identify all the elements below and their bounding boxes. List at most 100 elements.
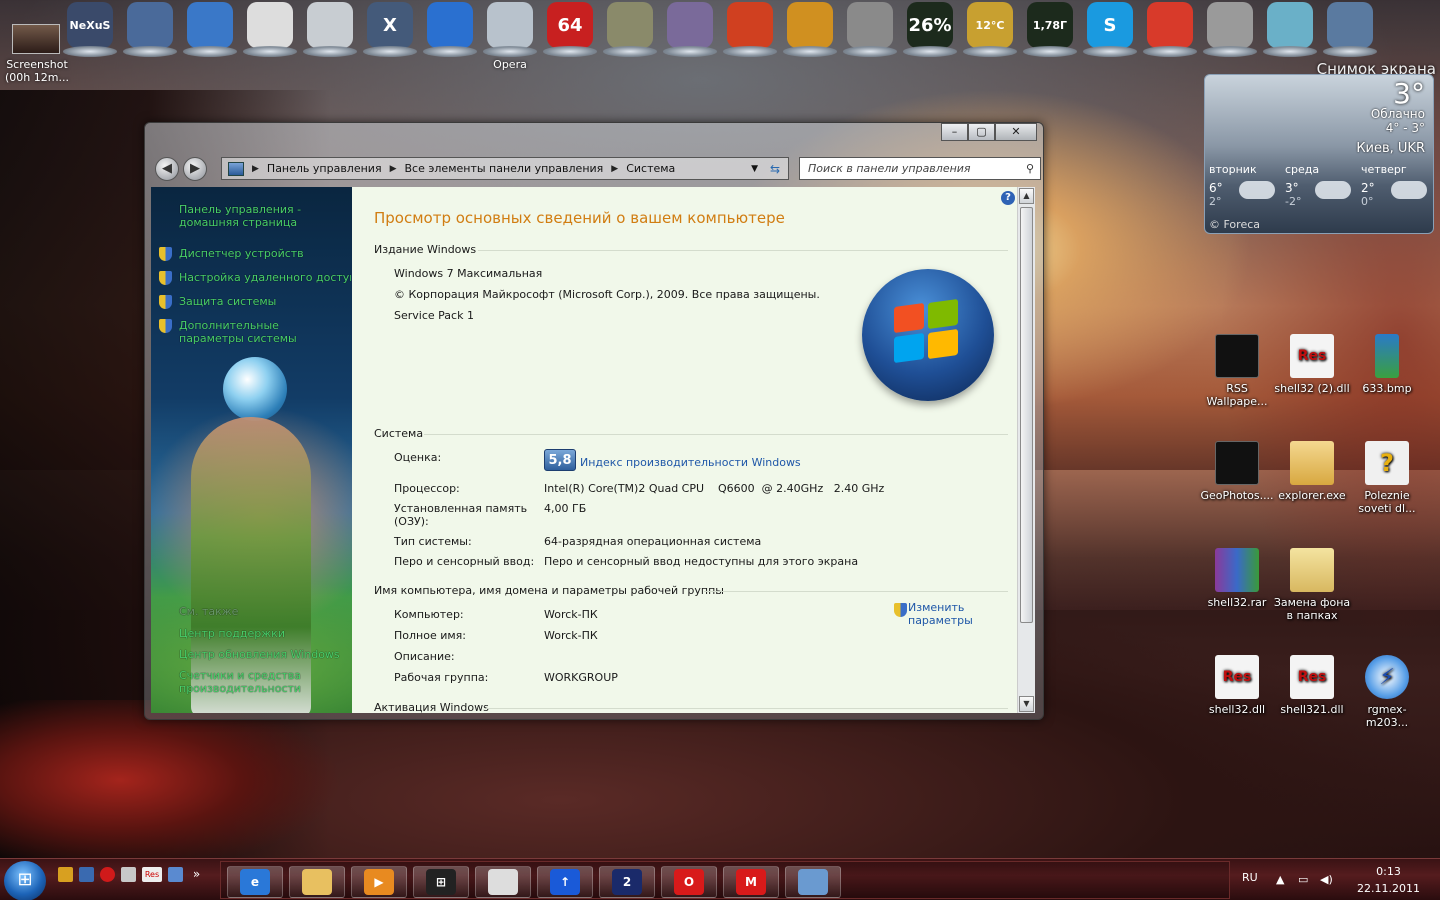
dock-item-alien[interactable] — [240, 0, 300, 60]
action-center-link[interactable]: Центр поддержки — [179, 627, 285, 640]
taskbar-button-total-commander[interactable]: 2 — [599, 866, 655, 898]
start-button[interactable]: ⊞ — [4, 861, 46, 900]
desktop-icon-label: shell321.dll — [1280, 703, 1344, 716]
address-bar[interactable]: ▶ Панель управления ▶ Все элементы панел… — [221, 157, 789, 180]
dock-item-film-reel[interactable] — [840, 0, 900, 60]
maximize-button[interactable]: ▢ — [968, 123, 995, 141]
dock-item-flash[interactable] — [420, 0, 480, 60]
control-panel-home-link[interactable]: Панель управления - домашняя страница — [179, 203, 349, 229]
dock-item-printer-tray[interactable] — [600, 0, 660, 60]
remote-settings-link[interactable]: Настройка удаленного доступа — [179, 271, 351, 284]
taskbar-button-windows[interactable]: ⊞ — [413, 866, 469, 898]
dock-item-chrome[interactable] — [1140, 0, 1200, 60]
desktop-icon-633-bmp[interactable]: 633.bmp — [1347, 334, 1427, 395]
clock[interactable]: 0:13 22.11.2011 — [1357, 863, 1420, 897]
chevron-down-icon[interactable]: ▼ — [751, 164, 758, 174]
windows-update-link[interactable]: Центр обновления Windows — [179, 648, 351, 661]
dock-item-clock[interactable] — [300, 0, 360, 60]
desktop-icon-geophotos[interactable]: GeoPhotos.... — [1197, 441, 1277, 502]
close-button[interactable]: ✕ — [995, 123, 1037, 141]
dock-item-settings[interactable] — [780, 0, 840, 60]
device-manager-link[interactable]: Диспетчер устройств — [179, 247, 304, 260]
desktop-icon-rss-wallpaper[interactable]: RSS Wallpape... — [1197, 334, 1277, 408]
cpu-meter-icon: 26% — [907, 2, 953, 48]
dock-item-recycle-bin[interactable]: Opera — [480, 0, 540, 71]
dock-item-win64[interactable]: 64 — [540, 0, 600, 60]
dock-item-ccleaner[interactable] — [720, 0, 780, 60]
globe-trophy-icon — [1207, 2, 1253, 48]
dock-plate — [303, 46, 357, 57]
shield-icon — [159, 271, 172, 285]
help-icon[interactable]: ? — [1001, 191, 1015, 205]
taskbar-button-explorer[interactable] — [289, 866, 345, 898]
cloud-icon — [1391, 181, 1427, 199]
performance-tools-link[interactable]: Счетчики и средства производительности — [179, 669, 347, 695]
edition-value: Windows 7 Максимальная — [394, 267, 543, 280]
vertical-scrollbar[interactable]: ▲ ▼ — [1017, 187, 1035, 713]
computer-value: Worck-ПК — [544, 608, 598, 621]
refresh-icon[interactable]: ⇆ — [770, 162, 780, 176]
desktop-icon-shell321-dll[interactable]: Res shell321.dll — [1272, 655, 1352, 716]
taskbar-button-control-panel[interactable] — [785, 866, 841, 898]
taskbar-button-opera[interactable]: O — [661, 866, 717, 898]
taskbar-button-media-player[interactable]: ▶ — [351, 866, 407, 898]
breadcrumb-system[interactable]: Система — [626, 162, 675, 175]
minimize-button[interactable]: – — [941, 123, 968, 141]
quick-launch-overflow-icon[interactable]: » — [189, 867, 204, 882]
search-input[interactable]: Поиск в панели управления ⚲ — [799, 157, 1041, 180]
advanced-settings-link[interactable]: Дополнительные параметры системы — [179, 319, 347, 345]
performance-index-badge[interactable]: 5,8 — [544, 449, 576, 471]
language-indicator[interactable]: RU — [1242, 871, 1258, 884]
network-icon[interactable]: ▭ — [1298, 873, 1308, 886]
res-hacker-icon[interactable]: Res — [142, 867, 162, 882]
capture-icon[interactable] — [121, 867, 136, 882]
res-file-icon: Res — [1290, 334, 1334, 378]
dock-item-cpu-meter[interactable]: 26% — [900, 0, 960, 60]
taskbar-button-mvideo[interactable]: M — [723, 866, 779, 898]
performance-index-link[interactable]: Индекс производительности Windows — [580, 456, 801, 469]
system-protection-link[interactable]: Защита системы — [179, 295, 276, 308]
desktop-icon-shell32-dll[interactable]: Res shell32.dll — [1197, 655, 1277, 716]
dock-item-weather-dock[interactable]: 12°C — [960, 0, 1020, 60]
change-settings-link[interactable]: Изменить параметры — [908, 601, 978, 627]
opera-icon[interactable] — [100, 867, 115, 882]
full-name-label: Полное имя: — [394, 629, 466, 642]
dock-item-ram-meter[interactable]: 1,78Г — [1020, 0, 1080, 60]
desktop-icon-rgmex[interactable]: ⚡ rgmex-m203... — [1347, 655, 1427, 729]
dock-item-tools[interactable] — [660, 0, 720, 60]
desktop-icon-shell32-2[interactable]: Res shell32 (2).dll — [1272, 334, 1352, 395]
desktop-icon-poleznie-soveti[interactable]: ? Poleznie soveti dl... — [1347, 441, 1427, 515]
scroll-thumb[interactable] — [1020, 207, 1033, 623]
taskbar-button-alien[interactable] — [475, 866, 531, 898]
taskbar-button-ie[interactable]: e — [227, 866, 283, 898]
control-panel-icon[interactable] — [168, 867, 183, 882]
dock-item-kaspersky[interactable] — [1260, 0, 1320, 60]
breadcrumb-all-items[interactable]: Все элементы панели управления — [405, 162, 604, 175]
folder-icon — [1290, 441, 1334, 485]
desktop-icon-zamena-fona[interactable]: Замена фона в папках — [1272, 548, 1352, 622]
desktop-icon-explorer-exe[interactable]: explorer.exe — [1272, 441, 1352, 502]
tray-expand-icon[interactable]: ▲ — [1276, 873, 1284, 886]
weather-source[interactable]: © Foreca — [1209, 218, 1260, 231]
scroll-up-arrow[interactable]: ▲ — [1019, 188, 1034, 204]
forward-button[interactable]: ▶ — [183, 157, 207, 181]
dock-item-skype[interactable]: S — [1080, 0, 1140, 60]
dock-item-globe-trophy[interactable] — [1200, 0, 1260, 60]
computer-icon[interactable] — [79, 867, 94, 882]
dock-item-image-viewer[interactable] — [1320, 0, 1380, 60]
weather-gadget[interactable]: 3° Облачно 4° - 3° Киев, UKR вторник 6° … — [1204, 74, 1434, 234]
search-icon[interactable]: ⚲ — [1026, 158, 1034, 179]
dock-item-computer[interactable] — [120, 0, 180, 60]
volume-icon[interactable]: ◀) — [1320, 873, 1333, 886]
dock-item-nexus[interactable]: NeXuS — [60, 0, 120, 60]
dock-item-x-app[interactable]: X — [360, 0, 420, 60]
dock-item-windows-flag[interactable] — [180, 0, 240, 60]
tools-icon — [667, 2, 713, 48]
back-button[interactable]: ◀ — [155, 157, 179, 181]
dock-plate — [363, 46, 417, 57]
breadcrumb-control-panel[interactable]: Панель управления — [267, 162, 382, 175]
settings-icon[interactable] — [58, 867, 73, 882]
scroll-down-arrow[interactable]: ▼ — [1019, 696, 1034, 712]
taskbar-button-upload[interactable]: ↑ — [537, 866, 593, 898]
desktop-icon-shell32-rar[interactable]: shell32.rar — [1197, 548, 1277, 609]
